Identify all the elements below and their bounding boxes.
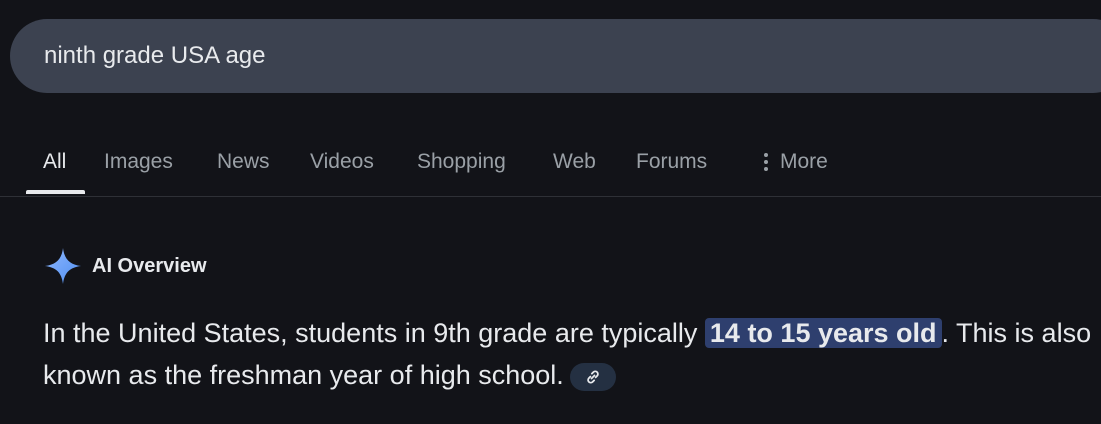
tab-label: Images: [104, 150, 173, 173]
tab-label: Videos: [310, 150, 374, 173]
sparkle-icon: [44, 247, 82, 285]
tab-images[interactable]: Images: [104, 130, 173, 194]
tab-videos[interactable]: Videos: [310, 130, 374, 194]
more-vert-icon: [764, 153, 768, 171]
tab-label: Forums: [636, 150, 708, 173]
ai-overview-answer: In the United States, students in 9th gr…: [43, 312, 1098, 396]
tab-label: Web: [553, 150, 596, 173]
tab-all[interactable]: All: [43, 130, 66, 194]
search-input[interactable]: [44, 19, 944, 93]
search-bar[interactable]: [10, 19, 1101, 93]
ai-overview-header: AI Overview: [44, 246, 207, 286]
source-link-button[interactable]: [569, 363, 616, 391]
ai-overview-title: AI Overview: [92, 254, 207, 277]
search-results-page: All Images News Videos Shopping Web Foru…: [0, 0, 1101, 424]
tab-forums[interactable]: Forums: [636, 130, 707, 194]
tab-label: News: [217, 150, 270, 173]
answer-text-before: In the United States, students in 9th gr…: [43, 318, 698, 348]
link-icon: [587, 370, 599, 384]
tab-web[interactable]: Web: [553, 130, 596, 194]
search-tabs: All Images News Videos Shopping Web Foru…: [0, 130, 1101, 197]
tab-news[interactable]: News: [217, 130, 270, 194]
active-tab-indicator: [26, 190, 85, 194]
tab-label: All: [43, 150, 67, 173]
tab-more[interactable]: More: [764, 130, 828, 194]
answer-highlight: 14 to 15 years old: [704, 318, 942, 348]
tab-label: More: [780, 150, 828, 173]
tab-shopping[interactable]: Shopping: [417, 130, 506, 194]
tab-label: Shopping: [417, 150, 506, 173]
